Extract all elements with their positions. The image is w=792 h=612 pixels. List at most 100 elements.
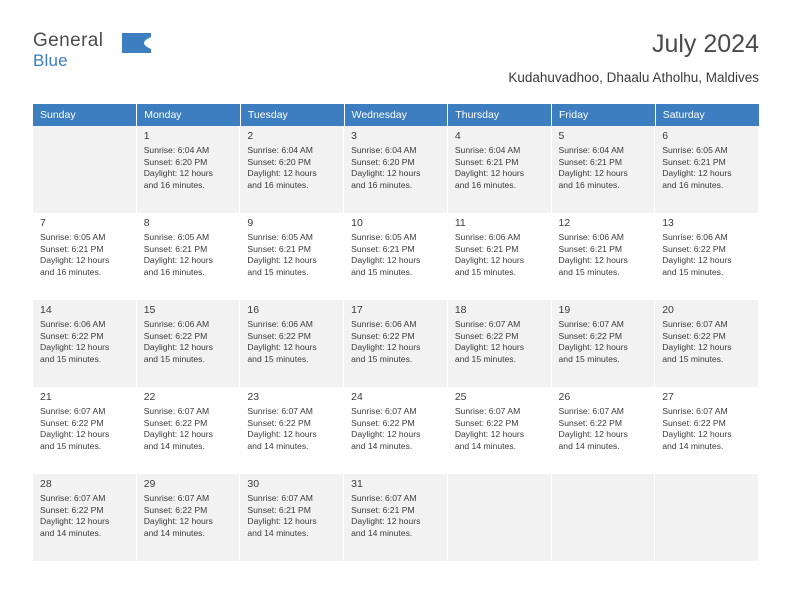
calendar-cell[interactable]: 17 Sunrise: 6:06 AM Sunset: 6:22 PM Dayl… [344,300,448,387]
calendar-cell[interactable]: 31 Sunrise: 6:07 AM Sunset: 6:21 PM Dayl… [344,474,448,561]
calendar-cell[interactable]: 22 Sunrise: 6:07 AM Sunset: 6:22 PM Dayl… [136,387,241,474]
daylight-text-line2: and 15 minutes. [247,266,309,277]
sunset-text: Sunset: 6:22 PM [454,417,519,428]
daylight-text-line2: and 15 minutes. [143,353,205,364]
sunrise-text: Sunrise: 6:07 AM [351,493,417,503]
calendar-cell[interactable]: 9 Sunrise: 6:05 AM Sunset: 6:21 PM Dayli… [240,213,345,300]
sunset-text: Sunset: 6:22 PM [247,330,311,341]
day-info: Sunrise: 6:05 AM Sunset: 6:21 PM Dayligh… [40,232,130,278]
day-info: Sunrise: 6:06 AM Sunset: 6:21 PM Dayligh… [559,232,649,278]
sunset-text: Sunset: 6:22 PM [662,417,726,428]
day-info: Sunrise: 6:04 AM Sunset: 6:21 PM Dayligh… [455,145,545,191]
sunrise-text: Sunrise: 6:05 AM [143,232,210,242]
daylight-text-line1: Daylight: 12 hours [143,168,213,179]
daylight-text-line1: Daylight: 12 hours [454,429,525,440]
day-info: Sunrise: 6:04 AM Sunset: 6:20 PM Dayligh… [144,145,234,191]
day-info: Sunrise: 6:07 AM Sunset: 6:22 PM Dayligh… [40,406,130,452]
day-number: 28 [40,478,52,490]
weekday-header-row: Sunday Monday Tuesday Wednesday Thursday… [33,104,759,126]
sunrise-text: Sunrise: 6:05 AM [247,232,313,242]
calendar-cell[interactable]: 24 Sunrise: 6:07 AM Sunset: 6:22 PM Dayl… [344,387,448,474]
calendar-cell[interactable]: 20 Sunrise: 6:07 AM Sunset: 6:22 PM Dayl… [655,300,759,387]
daylight-text-line1: Daylight: 12 hours [351,168,421,179]
daylight-text-line1: Daylight: 12 hours [351,516,421,527]
sunrise-text: Sunrise: 6:06 AM [454,232,521,242]
calendar-cell[interactable]: 26 Sunrise: 6:07 AM Sunset: 6:22 PM Dayl… [551,387,656,474]
calendar-cell[interactable]: 2 Sunrise: 6:04 AM Sunset: 6:20 PM Dayli… [240,126,345,213]
daylight-text-line1: Daylight: 12 hours [40,255,110,266]
calendar-cell[interactable]: 16 Sunrise: 6:06 AM Sunset: 6:22 PM Dayl… [240,300,345,387]
calendar-cell[interactable]: 18 Sunrise: 6:07 AM Sunset: 6:22 PM Dayl… [447,300,552,387]
day-number: 25 [454,391,467,403]
daylight-text-line2: and 15 minutes. [247,353,309,364]
daylight-text-line2: and 15 minutes. [662,353,724,364]
daylight-text-line1: Daylight: 12 hours [662,429,732,440]
daylight-text-line1: Daylight: 12 hours [40,516,110,527]
calendar-cell[interactable]: 13 Sunrise: 6:06 AM Sunset: 6:22 PM Dayl… [655,213,759,300]
logo-text-blue: Blue [33,51,68,70]
calendar-cell[interactable]: 15 Sunrise: 6:06 AM Sunset: 6:22 PM Dayl… [136,300,241,387]
calendar-cell[interactable]: 5 Sunrise: 6:04 AM Sunset: 6:21 PM Dayli… [551,126,656,213]
calendar-week-row: 14 Sunrise: 6:06 AM Sunset: 6:22 PM Dayl… [33,300,759,387]
daylight-text-line2: and 15 minutes. [40,353,102,364]
generalblue-logo[interactable]: General Blue [33,30,153,78]
calendar-cell[interactable]: 30 Sunrise: 6:07 AM Sunset: 6:21 PM Dayl… [240,474,345,561]
calendar-cell[interactable]: 12 Sunrise: 6:06 AM Sunset: 6:21 PM Dayl… [551,213,656,300]
day-number: 30 [247,478,260,490]
sunset-text: Sunset: 6:20 PM [351,156,415,167]
sunrise-sunset-calendar: Sunday Monday Tuesday Wednesday Thursday… [33,104,759,561]
sunset-text: Sunset: 6:22 PM [40,417,104,428]
calendar-cell[interactable]: 27 Sunrise: 6:07 AM Sunset: 6:22 PM Dayl… [655,387,759,474]
daylight-text-line1: Daylight: 12 hours [40,429,110,440]
sunrise-text: Sunrise: 6:05 AM [662,145,728,155]
weekday-header-saturday: Saturday [655,104,759,126]
day-number: 19 [558,304,571,316]
day-number: 27 [662,391,674,403]
calendar-cell[interactable]: 29 Sunrise: 6:07 AM Sunset: 6:22 PM Dayl… [136,474,241,561]
calendar-cell[interactable]: 7 Sunrise: 6:05 AM Sunset: 6:21 PM Dayli… [33,213,137,300]
calendar-cell[interactable]: 3 Sunrise: 6:04 AM Sunset: 6:20 PM Dayli… [344,126,448,213]
calendar-cell[interactable]: 23 Sunrise: 6:07 AM Sunset: 6:22 PM Dayl… [240,387,345,474]
calendar-cell[interactable]: 6 Sunrise: 6:05 AM Sunset: 6:21 PM Dayli… [655,126,759,213]
sunrise-text: Sunrise: 6:07 AM [40,493,106,503]
calendar-cell[interactable]: 11 Sunrise: 6:06 AM Sunset: 6:21 PM Dayl… [447,213,552,300]
calendar-week-row: 21 Sunrise: 6:07 AM Sunset: 6:22 PM Dayl… [33,387,759,474]
sunset-text: Sunset: 6:21 PM [40,243,104,254]
daylight-text-line1: Daylight: 12 hours [351,429,421,440]
sunset-text: Sunset: 6:22 PM [143,330,208,341]
daylight-text-line2: and 16 minutes. [247,179,309,190]
sunrise-text: Sunrise: 6:05 AM [40,232,106,242]
sunrise-text: Sunrise: 6:04 AM [351,145,417,155]
calendar-cell[interactable]: 1 Sunrise: 6:04 AM Sunset: 6:20 PM Dayli… [136,126,241,213]
sunset-text: Sunset: 6:22 PM [558,417,623,428]
daylight-text-line1: Daylight: 12 hours [143,429,213,440]
calendar-cell[interactable]: 25 Sunrise: 6:07 AM Sunset: 6:22 PM Dayl… [447,387,552,474]
daylight-text-line2: and 14 minutes. [351,527,413,538]
calendar-cell[interactable]: 19 Sunrise: 6:07 AM Sunset: 6:22 PM Dayl… [551,300,656,387]
calendar-cell[interactable]: 10 Sunrise: 6:05 AM Sunset: 6:21 PM Dayl… [344,213,448,300]
sunset-text: Sunset: 6:21 PM [662,156,726,167]
day-info: Sunrise: 6:05 AM Sunset: 6:21 PM Dayligh… [662,145,752,191]
daylight-text-line1: Daylight: 12 hours [454,168,525,179]
calendar-week-row: 1 Sunrise: 6:04 AM Sunset: 6:20 PM Dayli… [33,126,759,213]
daylight-text-line2: and 14 minutes. [143,440,205,451]
day-number: 13 [662,217,674,229]
day-info: Sunrise: 6:07 AM Sunset: 6:22 PM Dayligh… [247,406,337,452]
day-number: 10 [351,217,363,229]
calendar-cell[interactable]: 4 Sunrise: 6:04 AM Sunset: 6:21 PM Dayli… [447,126,552,213]
calendar-cell[interactable]: 28 Sunrise: 6:07 AM Sunset: 6:22 PM Dayl… [33,474,137,561]
daylight-text-line2: and 16 minutes. [662,179,724,190]
day-info: Sunrise: 6:04 AM Sunset: 6:21 PM Dayligh… [559,145,649,191]
day-number: 7 [40,217,46,229]
calendar-cell[interactable]: 21 Sunrise: 6:07 AM Sunset: 6:22 PM Dayl… [33,387,137,474]
day-number: 21 [40,391,52,403]
daylight-text-line1: Daylight: 12 hours [247,429,317,440]
calendar-cell[interactable]: 8 Sunrise: 6:05 AM Sunset: 6:21 PM Dayli… [136,213,241,300]
calendar-cell[interactable]: 14 Sunrise: 6:06 AM Sunset: 6:22 PM Dayl… [33,300,137,387]
day-info: Sunrise: 6:06 AM Sunset: 6:22 PM Dayligh… [351,319,441,365]
blue-flag-icon [121,32,153,54]
day-number: 8 [143,217,150,229]
sunset-text: Sunset: 6:22 PM [454,330,519,341]
daylight-text-line2: and 15 minutes. [454,353,516,364]
day-info: Sunrise: 6:07 AM Sunset: 6:22 PM Dayligh… [662,319,752,365]
